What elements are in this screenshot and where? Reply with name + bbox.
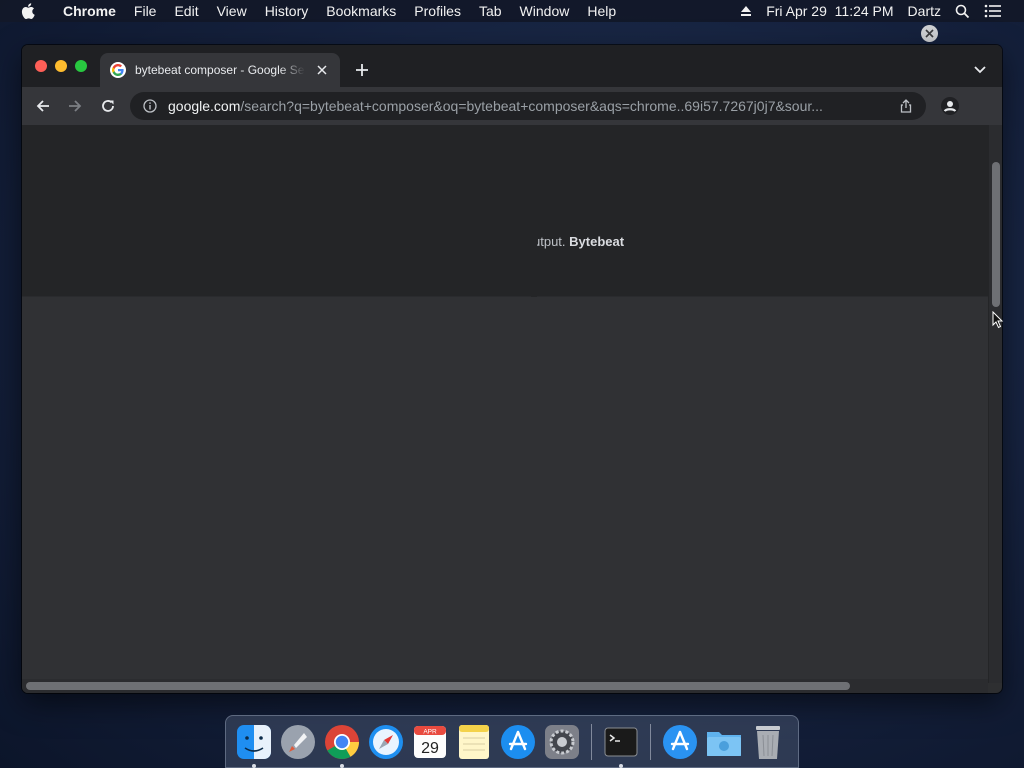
menu-profiles[interactable]: Profiles [405, 0, 470, 22]
browser-toolbar: google.com/search?q=bytebeat+composer&oq… [22, 87, 1002, 125]
dock-calendar[interactable]: APR 29 [410, 722, 450, 762]
site-info-icon[interactable] [142, 98, 158, 114]
dock-downloads-folder[interactable] [704, 722, 744, 762]
calendar-day: 29 [421, 740, 439, 757]
new-tab-button[interactable] [352, 60, 372, 80]
dock-separator [591, 723, 592, 760]
dock: APR 29 [225, 715, 799, 768]
close-window-button[interactable] [35, 60, 47, 72]
notification-center-icon[interactable] [984, 4, 1002, 18]
dock-separator [650, 723, 651, 760]
dock-launchpad[interactable] [278, 722, 318, 762]
menu-help[interactable]: Help [578, 0, 625, 22]
apple-menu-icon[interactable] [17, 0, 39, 22]
mouse-cursor-icon [992, 311, 1004, 329]
snippet-text: utput. [533, 234, 570, 249]
arrow-left-icon [36, 100, 49, 112]
calendar-month: APR [423, 728, 437, 735]
page-content: utput. Bytebeat [22, 125, 988, 683]
dock-notes[interactable] [454, 722, 494, 762]
calendar-icon: APR 29 [414, 725, 446, 758]
url-domain: google.com [168, 98, 241, 114]
notes-icon [459, 724, 489, 759]
running-indicator [340, 763, 344, 768]
trash-icon [756, 725, 780, 759]
horizontal-scrollbar-thumb[interactable] [26, 682, 850, 690]
reload-icon [102, 100, 114, 112]
google-favicon-icon [110, 62, 126, 78]
back-button[interactable] [33, 96, 53, 116]
eject-icon[interactable] [740, 5, 752, 17]
downloads-folder-icon [707, 731, 741, 756]
launchpad-icon [281, 724, 315, 759]
share-icon[interactable] [898, 98, 914, 114]
dock-chrome[interactable] [322, 722, 362, 768]
tab-active[interactable]: bytebeat composer - Google Search [100, 53, 340, 87]
running-indicator [619, 763, 623, 768]
close-icon [925, 29, 934, 38]
terminal-icon [604, 727, 638, 756]
tab-search-button[interactable] [970, 60, 990, 80]
tab-title: bytebeat composer - Google Search [135, 63, 305, 77]
vertical-scrollbar-thumb[interactable] [992, 162, 1000, 307]
spotlight-search-icon[interactable] [955, 4, 970, 19]
address-bar[interactable]: google.com/search?q=bytebeat+composer&oq… [130, 92, 926, 120]
search-result-snippet: utput. Bytebeat [533, 234, 624, 249]
menu-user[interactable]: Dartz [908, 3, 941, 19]
zoom-window-button[interactable] [75, 60, 87, 72]
menu-bookmarks[interactable]: Bookmarks [317, 0, 405, 22]
url-path: /search?q=bytebeat+composer&oq=bytebeat+… [240, 98, 823, 114]
chrome-icon [325, 724, 359, 759]
dock-terminal[interactable] [601, 722, 641, 768]
browser-window: bytebeat composer - Google Search google… [22, 45, 1002, 693]
dock-finder[interactable] [234, 722, 274, 768]
dock-applications-folder[interactable] [660, 722, 700, 762]
finder-icon [237, 724, 271, 759]
reload-button[interactable] [98, 96, 118, 116]
dock-system-preferences[interactable] [542, 722, 582, 762]
arrow-right-icon [69, 100, 82, 112]
vertical-scrollbar[interactable] [988, 125, 1002, 683]
dock-safari[interactable] [366, 722, 406, 762]
safari-icon [369, 724, 403, 759]
menu-history[interactable]: History [256, 0, 318, 22]
running-indicator [252, 763, 256, 768]
menu-app-name[interactable]: Chrome [54, 0, 125, 22]
system-preferences-icon [545, 724, 579, 759]
chevron-down-icon [974, 66, 986, 74]
tab-close-icon[interactable] [314, 62, 330, 78]
tab-strip: bytebeat composer - Google Search [22, 45, 1002, 87]
menu-clock[interactable]: Fri Apr 29 11:24 PM [766, 3, 893, 19]
minimize-window-button[interactable] [55, 60, 67, 72]
forward-button[interactable] [65, 96, 85, 116]
url-text[interactable]: google.com/search?q=bytebeat+composer&oq… [168, 98, 868, 114]
window-controls [35, 60, 87, 72]
horizontal-scrollbar[interactable] [22, 679, 988, 693]
snippet-clip-mask [531, 125, 537, 297]
menu-view[interactable]: View [208, 0, 256, 22]
app-store-icon [501, 724, 535, 759]
menu-bar: Chrome File Edit View History Bookmarks … [0, 0, 1024, 22]
profile-avatar-icon [941, 97, 959, 115]
menu-window[interactable]: Window [511, 0, 579, 22]
dock-app-store[interactable] [498, 722, 538, 762]
menu-file[interactable]: File [125, 0, 166, 22]
plus-icon [356, 64, 368, 76]
search-result-band [22, 125, 988, 297]
profile-button[interactable] [940, 96, 960, 116]
menu-edit[interactable]: Edit [165, 0, 207, 22]
applications-folder-icon [663, 724, 697, 759]
snippet-highlight: Bytebeat [569, 234, 625, 249]
dock-trash[interactable] [748, 722, 788, 762]
menu-tab[interactable]: Tab [470, 0, 511, 22]
dismiss-notification-button[interactable] [921, 25, 938, 42]
